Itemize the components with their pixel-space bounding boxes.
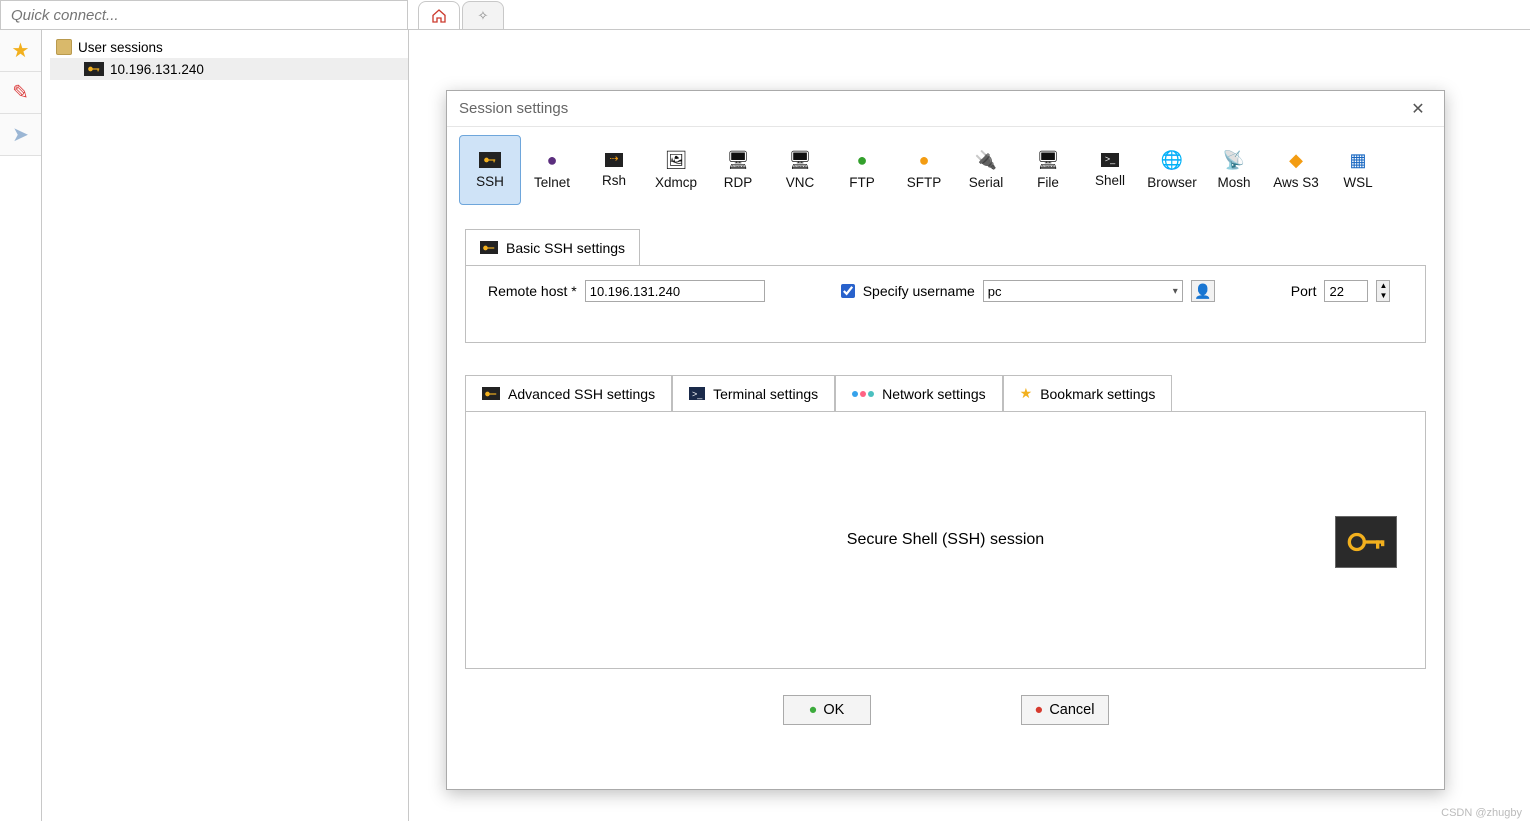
tab-network-settings[interactable]: Network settings [835,375,1002,411]
key-icon [479,152,501,168]
protocol-ftp[interactable]: ●FTP [831,135,893,205]
protocol-shell[interactable]: >_Shell [1079,135,1141,205]
network-icon [852,391,874,397]
dialog-title: Session settings [459,100,568,117]
watermark: CSDN @zhugby [1441,807,1522,819]
protocol-rsh[interactable]: ⇢Rsh [583,135,645,205]
serial-icon: 🔌 [975,151,997,169]
terminal-icon: >_ [689,387,705,400]
advanced-body: Secure Shell (SSH) session [465,411,1426,669]
protocol-telnet[interactable]: ●Telnet [521,135,583,205]
key-icon [480,241,498,254]
protocol-browser[interactable]: 🌐Browser [1141,135,1203,205]
quick-connect-input[interactable] [1,7,407,24]
home-icon [431,8,447,24]
aws-icon: ◆ [1289,151,1303,169]
vnc-icon: 🖥 [789,151,812,169]
tab-bookmark-settings[interactable]: ★ Bookmark settings [1003,375,1173,411]
port-label: Port [1291,283,1317,299]
folder-icon [56,39,72,55]
close-icon[interactable]: ✕ [1404,99,1432,119]
tab-basic-ssh[interactable]: Basic SSH settings [465,229,640,265]
star-icon[interactable]: ★ [0,30,41,72]
protocol-serial[interactable]: 🔌Serial [955,135,1017,205]
shell-icon: >_ [1101,153,1119,167]
specify-username-label: Specify username [863,283,975,299]
port-stepper[interactable]: ▲▼ [1376,280,1390,302]
protocol-ssh[interactable]: SSH [459,135,521,205]
chevron-down-icon: ▾ [1173,286,1178,297]
manage-credentials-button[interactable]: 👤 [1191,280,1215,302]
session-settings-dialog: Session settings ✕ SSH ●Telnet ⇢Rsh 🖼Xdm… [446,90,1445,790]
ftp-icon: ● [857,151,868,169]
tree-session-label: 10.196.131.240 [110,62,204,77]
file-icon: 🖥 [1037,151,1060,169]
mosh-icon: 📡 [1223,151,1245,169]
protocol-row: SSH ●Telnet ⇢Rsh 🖼Xdmcp 🖥RDP 🖥VNC ●FTP ●… [447,127,1444,209]
person-icon: 👤 [1194,283,1211,300]
tab-advanced-ssh[interactable]: Advanced SSH settings [465,375,672,411]
username-combobox[interactable]: pc ▾ [983,280,1183,302]
protocol-mosh[interactable]: 📡Mosh [1203,135,1265,205]
remote-host-input[interactable] [585,280,765,302]
rdp-icon: 🖥 [727,151,750,169]
browser-icon: 🌐 [1161,151,1183,169]
star-icon: ★ [1020,385,1033,402]
tab-terminal-settings[interactable]: >_ Terminal settings [672,375,835,411]
tab-home[interactable] [418,1,460,29]
protocol-sftp[interactable]: ●SFTP [893,135,955,205]
specify-username-checkbox[interactable] [841,284,855,298]
tools-icon[interactable]: ✎ [0,72,41,114]
key-icon [84,62,104,76]
protocol-file[interactable]: 🖥File [1017,135,1079,205]
ok-button[interactable]: ● OK [783,695,871,725]
tab-strip: ✧ [408,0,1530,30]
send-icon[interactable]: ➤ [0,114,41,156]
key-icon [482,387,500,400]
session-tree: User sessions 10.196.131.240 [42,30,409,821]
left-toolbar: ★ ✎ ➤ [0,30,42,821]
protocol-vnc[interactable]: 🖥VNC [769,135,831,205]
check-icon: ● [809,702,818,718]
protocol-rdp[interactable]: 🖥RDP [707,135,769,205]
protocol-aws-s3[interactable]: ◆Aws S3 [1265,135,1327,205]
tree-root-label: User sessions [78,40,163,55]
tree-session[interactable]: 10.196.131.240 [50,58,408,80]
key-icon-large [1335,516,1397,568]
port-input[interactable] [1324,280,1368,302]
wsl-icon: ▦ [1349,151,1366,169]
sftp-icon: ● [919,151,930,169]
tree-root[interactable]: User sessions [50,36,408,58]
remote-host-label: Remote host * [488,283,577,299]
globe-dark-icon: ● [547,151,558,169]
protocol-xdmcp[interactable]: 🖼Xdmcp [645,135,707,205]
tab-new[interactable]: ✧ [462,1,504,29]
cancel-button[interactable]: ● Cancel [1021,695,1109,725]
cancel-icon: ● [1035,702,1044,718]
protocol-wsl[interactable]: ▦WSL [1327,135,1389,205]
rsh-icon: ⇢ [605,153,623,167]
xdmcp-icon: 🖼 [665,151,688,169]
session-type-title: Secure Shell (SSH) session [847,531,1044,549]
